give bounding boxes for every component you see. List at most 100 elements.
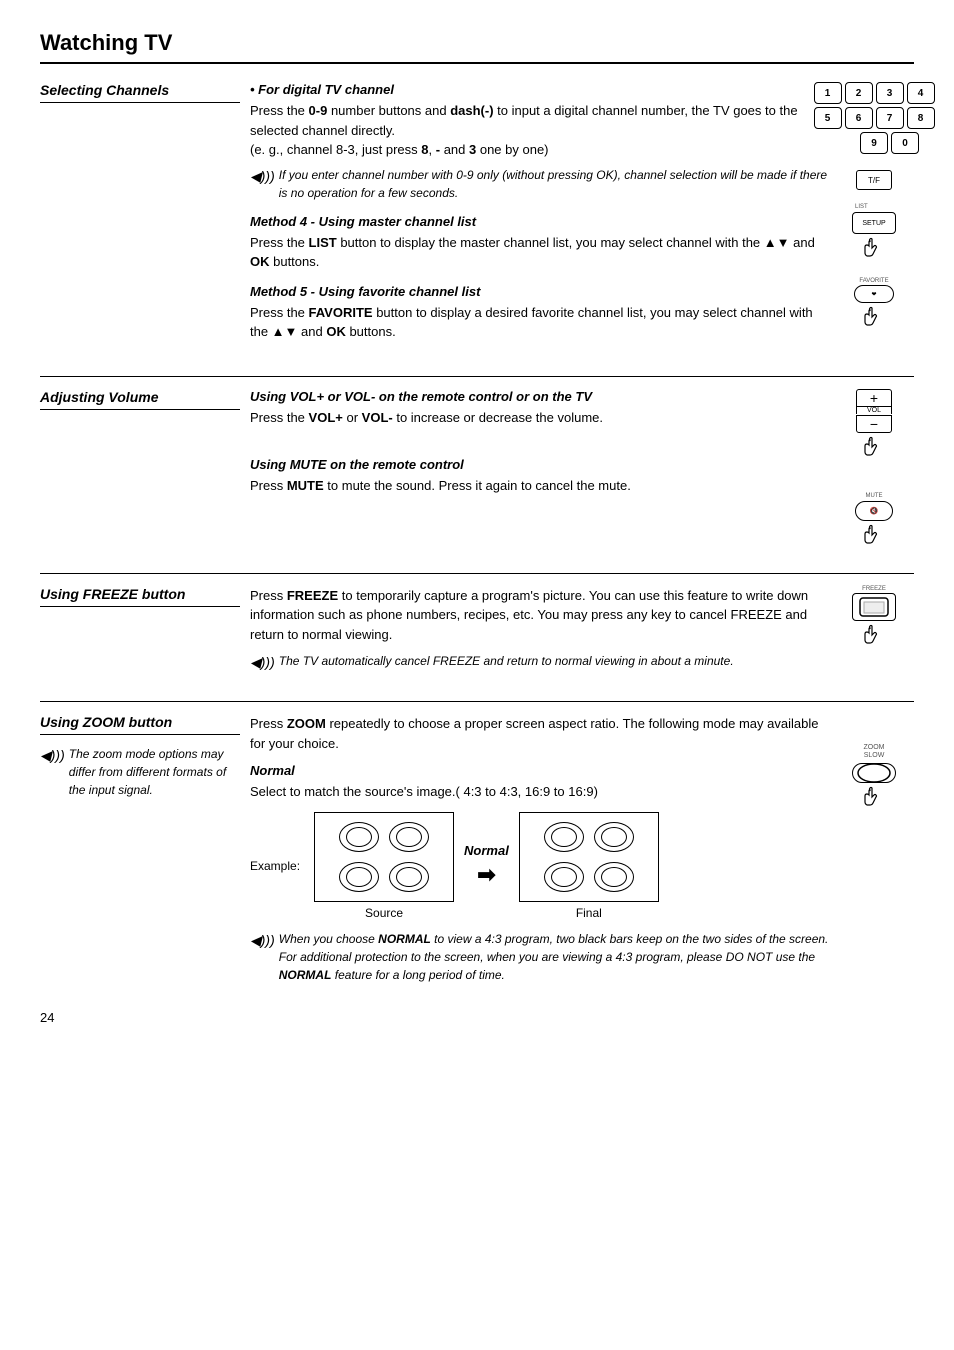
volume-icons: + VOL − MUTE 🔇 [834, 389, 914, 551]
vol-label: VOL [856, 407, 892, 414]
bold-ok-2: OK [326, 324, 346, 339]
num-8: 8 [907, 107, 935, 129]
freeze-content: Press FREEZE to temporarily capture a pr… [240, 586, 834, 680]
zoom-note-left-text: The zoom mode options may differ from di… [69, 745, 240, 799]
method4-title: Method 4 - Using master channel list [250, 214, 834, 229]
bold-dash: dash(-) [450, 103, 493, 118]
method5-body: Press the FAVORITE button to display a d… [250, 303, 834, 342]
tf-button: T/F [856, 170, 892, 190]
circle-tr-inner [396, 827, 422, 847]
list-setup-button: LIST SETUP [852, 212, 896, 234]
circle-tr [389, 822, 429, 852]
note-icon-zoom-left: ◀))) [40, 745, 65, 766]
final-circles [544, 822, 634, 892]
source-circles [339, 822, 429, 892]
page-title: Watching TV [40, 30, 914, 64]
normal-body: Select to match the source's image.( 4:3… [250, 782, 834, 802]
final-circle-br-inner [601, 867, 627, 887]
source-box [314, 812, 454, 902]
bold-normal-note: NORMAL [378, 932, 431, 946]
digital-channel-title: • For digital TV channel [250, 82, 834, 97]
num-2: 2 [845, 82, 873, 104]
bold-freeze: FREEZE [287, 588, 338, 603]
bold-list: LIST [309, 235, 337, 250]
num-7: 7 [876, 107, 904, 129]
num-1: 1 [814, 82, 842, 104]
vol-minus-button: − [856, 415, 892, 433]
final-circle-bl [544, 862, 584, 892]
zoom-note-normal: ◀))) When you choose NORMAL to view a 4:… [250, 930, 834, 984]
numpad-row3: 9 0 [860, 132, 919, 154]
final-circle-tr [594, 822, 634, 852]
freeze-icon: FREEZE [834, 586, 914, 680]
selecting-channels-icons: 1 2 3 4 5 6 7 8 9 0 T/F LIST SETUP [834, 82, 914, 354]
zoom-icon-col: ZOOMSLOW [834, 714, 914, 990]
circle-bl [339, 862, 379, 892]
freeze-label: Using FREEZE button [40, 586, 240, 607]
adjusting-volume-section: Adjusting Volume Using VOL+ or VOL- on t… [40, 389, 914, 561]
section-divider-1 [40, 376, 914, 377]
numpad-row2: 5 6 7 8 [814, 107, 935, 129]
freeze-body: Press FREEZE to temporarily capture a pr… [250, 586, 834, 645]
circle-bl-inner [346, 867, 372, 887]
zoom-diagram: Example: Source Normal ➡ [250, 812, 834, 920]
note-icon-1: ◀))) [250, 166, 275, 187]
source-label: Source [365, 906, 403, 920]
digital-channel-subsection: • For digital TV channel Press the 0-9 n… [250, 82, 834, 202]
final-box [519, 812, 659, 902]
freeze-button [852, 593, 896, 621]
zoom-note-text: When you choose NORMAL to view a 4:3 pro… [279, 930, 834, 984]
hand-icon-zoom [859, 783, 889, 813]
final-circle-tr-inner [601, 827, 627, 847]
hand-icon-vol [859, 433, 889, 463]
circle-tl [339, 822, 379, 852]
zoom-left-col: Using ZOOM button ◀))) The zoom mode opt… [40, 714, 240, 990]
vol-plus-button: + [856, 389, 892, 407]
mute-title: Using MUTE on the remote control [250, 457, 834, 472]
final-circle-br [594, 862, 634, 892]
example-label: Example: [250, 859, 300, 873]
note-icon-freeze: ◀))) [250, 652, 275, 673]
vol-subsection: Using VOL+ or VOL- on the remote control… [250, 389, 834, 428]
section-divider-2 [40, 573, 914, 574]
final-circle-tl [544, 822, 584, 852]
arrow-right-icon: ➡ [477, 862, 495, 888]
zoom-slow-button [852, 763, 896, 783]
bold-0-9: 0-9 [309, 103, 328, 118]
method5-title: Method 5 - Using favorite channel list [250, 284, 834, 299]
mute-subsection: Using MUTE on the remote control Press M… [250, 457, 834, 496]
circle-br [389, 862, 429, 892]
digital-example: (e. g., channel 8-3, just press 8, - and… [250, 142, 549, 157]
circle-br-inner [396, 867, 422, 887]
circle-tl-inner [346, 827, 372, 847]
method4-body: Press the LIST button to display the mas… [250, 233, 834, 272]
num-9: 9 [860, 132, 888, 154]
bold-favorite: FAVORITE [309, 305, 373, 320]
section-divider-3 [40, 701, 914, 702]
normal-title: Normal [250, 763, 834, 778]
favorite-button: ❤ [854, 285, 894, 303]
num-0: 0 [891, 132, 919, 154]
bold-vol-minus: VOL- [362, 410, 393, 425]
hand-icon-freeze [859, 621, 889, 651]
bold-ok-1: OK [250, 254, 270, 269]
hand-icon-fav [859, 303, 889, 333]
freeze-note: ◀))) The TV automatically cancel FREEZE … [250, 652, 834, 673]
adjusting-volume-label: Adjusting Volume [40, 389, 240, 410]
hand-icon-list [859, 234, 889, 264]
note1-text: If you enter channel number with 0-9 onl… [279, 166, 834, 202]
zoom-content: Press ZOOM repeatedly to choose a proper… [240, 714, 834, 990]
final-circle-bl-inner [551, 867, 577, 887]
final-circle-tl-inner [551, 827, 577, 847]
note-icon-zoom: ◀))) [250, 930, 275, 951]
num-4: 4 [907, 82, 935, 104]
vol-body: Press the VOL+ or VOL- to increase or de… [250, 408, 834, 428]
mute-body: Press MUTE to mute the sound. Press it a… [250, 476, 834, 496]
method4-subsection: Method 4 - Using master channel list Pre… [250, 214, 834, 272]
num-3: 3 [876, 82, 904, 104]
freeze-note-text: The TV automatically cancel FREEZE and r… [279, 652, 734, 670]
freeze-section: Using FREEZE button Press FREEZE to temp… [40, 586, 914, 690]
digital-channel-body: Press the 0-9 number buttons and dash(-)… [250, 101, 834, 160]
selecting-channels-label: Selecting Channels [40, 82, 240, 103]
hand-icon-mute [859, 521, 889, 551]
